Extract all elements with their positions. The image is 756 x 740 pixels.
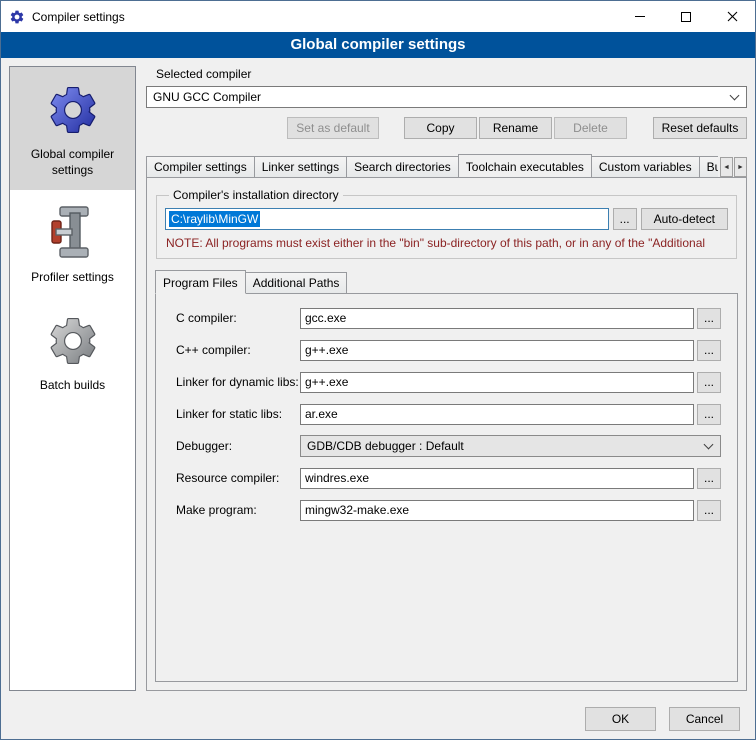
tab-compiler-settings[interactable]: Compiler settings xyxy=(146,156,255,177)
sidebar-item-batch-builds[interactable]: Batch builds xyxy=(10,298,135,406)
debugger-dropdown[interactable]: GDB/CDB debugger : Default xyxy=(300,435,721,457)
installation-directory-value: C:\raylib\MinGW xyxy=(169,211,260,227)
form-row-dynamic-linker: Linker for dynamic libs: g++.exe ... xyxy=(176,371,721,393)
program-files-panel: C compiler: gcc.exe ... C++ compiler: g+… xyxy=(155,293,738,682)
page-title: Global compiler settings xyxy=(1,32,755,58)
rename-button[interactable]: Rename xyxy=(479,117,552,139)
form-row-resource-compiler: Resource compiler: windres.exe ... xyxy=(176,467,721,489)
minimize-button[interactable] xyxy=(617,1,663,32)
dynamic-linker-input[interactable]: g++.exe xyxy=(300,372,694,393)
ok-button[interactable]: OK xyxy=(585,707,656,731)
chevron-down-icon xyxy=(730,90,740,100)
make-program-browse-button[interactable]: ... xyxy=(697,500,721,521)
tab-build-options[interactable]: Build xyxy=(699,156,718,177)
sidebar-item-label: Batch builds xyxy=(40,378,105,394)
dialog-footer: OK Cancel xyxy=(1,699,755,739)
app-gear-icon xyxy=(9,9,25,25)
window-title: Compiler settings xyxy=(32,10,125,24)
chevron-down-icon xyxy=(704,439,714,449)
installation-note: NOTE: All programs must exist either in … xyxy=(166,236,727,250)
field-label: Linker for dynamic libs: xyxy=(176,375,300,389)
installation-directory-input[interactable]: C:\raylib\MinGW xyxy=(165,208,609,230)
tab-scroll-left-button[interactable]: ◄ xyxy=(720,157,733,177)
settings-category-list: Global compiler settings Profiler settin… xyxy=(9,66,136,691)
field-label: Linker for static libs: xyxy=(176,407,300,421)
static-linker-input[interactable]: ar.exe xyxy=(300,404,694,425)
maximize-button[interactable] xyxy=(663,1,709,32)
tab-linker-settings[interactable]: Linker settings xyxy=(254,156,347,177)
field-label: C compiler: xyxy=(176,311,300,325)
field-label: Debugger: xyxy=(176,439,300,453)
gray-gear-icon xyxy=(45,313,101,369)
settings-tabbar: Compiler settings Linker settings Search… xyxy=(146,153,747,177)
tab-search-directories[interactable]: Search directories xyxy=(346,156,459,177)
make-program-input[interactable]: mingw32-make.exe xyxy=(300,500,694,521)
tab-custom-variables[interactable]: Custom variables xyxy=(591,156,700,177)
c-compiler-input[interactable]: gcc.exe xyxy=(300,308,694,329)
selected-compiler-dropdown[interactable]: GNU GCC Compiler xyxy=(146,86,747,108)
tab-toolchain-executables[interactable]: Toolchain executables xyxy=(458,154,592,177)
tab-additional-paths[interactable]: Additional Paths xyxy=(245,272,348,293)
form-row-debugger: Debugger: GDB/CDB debugger : Default xyxy=(176,435,721,457)
static-linker-browse-button[interactable]: ... xyxy=(697,404,721,425)
form-row-c-compiler: C compiler: gcc.exe ... xyxy=(176,307,721,329)
blue-gear-icon xyxy=(45,82,101,138)
sidebar-item-label: Global compiler settings xyxy=(14,147,131,178)
resource-compiler-input[interactable]: windres.exe xyxy=(300,468,694,489)
reset-defaults-button[interactable]: Reset defaults xyxy=(653,117,747,139)
copy-button[interactable]: Copy xyxy=(404,117,477,139)
cpp-compiler-input[interactable]: g++.exe xyxy=(300,340,694,361)
program-files-tabbar: Program Files Additional Paths xyxy=(155,269,738,293)
delete-button[interactable]: Delete xyxy=(554,117,627,139)
titlebar: Compiler settings xyxy=(1,1,755,32)
compiler-settings-window: Compiler settings Global compiler settin… xyxy=(0,0,756,740)
close-button[interactable] xyxy=(709,1,755,32)
installation-directory-label: Compiler's installation directory xyxy=(169,188,343,202)
sidebar-item-global-compiler-settings[interactable]: Global compiler settings xyxy=(10,67,135,190)
close-icon xyxy=(727,11,738,22)
cpp-compiler-browse-button[interactable]: ... xyxy=(697,340,721,361)
auto-detect-button[interactable]: Auto-detect xyxy=(641,208,728,230)
field-label: Make program: xyxy=(176,503,300,517)
resource-compiler-browse-button[interactable]: ... xyxy=(697,468,721,489)
installation-directory-group: Compiler's installation directory C:\ray… xyxy=(156,188,737,259)
set-as-default-button[interactable]: Set as default xyxy=(287,117,379,139)
form-row-static-linker: Linker for static libs: ar.exe ... xyxy=(176,403,721,425)
tab-scroll-right-button[interactable]: ► xyxy=(734,157,747,177)
c-compiler-browse-button[interactable]: ... xyxy=(697,308,721,329)
form-row-cpp-compiler: C++ compiler: g++.exe ... xyxy=(176,339,721,361)
dynamic-linker-browse-button[interactable]: ... xyxy=(697,372,721,393)
toolchain-executables-panel: Compiler's installation directory C:\ray… xyxy=(146,177,747,691)
field-label: C++ compiler: xyxy=(176,343,300,357)
profiler-clamp-icon xyxy=(48,205,98,261)
field-label: Resource compiler: xyxy=(176,471,300,485)
selected-compiler-label: Selected compiler xyxy=(156,67,747,81)
tab-program-files[interactable]: Program Files xyxy=(155,270,246,294)
minimize-icon xyxy=(635,16,645,17)
debugger-value: GDB/CDB debugger : Default xyxy=(307,439,464,453)
sidebar-item-profiler-settings[interactable]: Profiler settings xyxy=(10,190,135,298)
sidebar-item-label: Profiler settings xyxy=(31,270,114,286)
form-row-make-program: Make program: mingw32-make.exe ... xyxy=(176,499,721,521)
cancel-button[interactable]: Cancel xyxy=(669,707,740,731)
selected-compiler-value: GNU GCC Compiler xyxy=(153,90,261,104)
maximize-icon xyxy=(681,12,691,22)
installation-directory-browse-button[interactable]: ... xyxy=(613,208,637,230)
